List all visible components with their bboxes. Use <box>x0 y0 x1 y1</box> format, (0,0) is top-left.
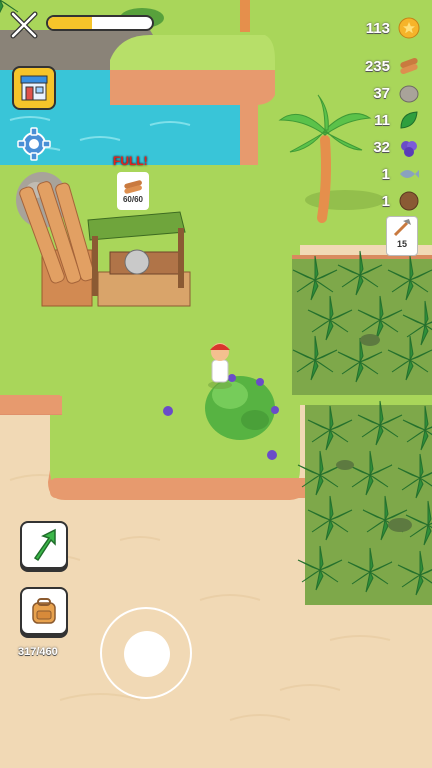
shop-button[interactable] <box>12 66 56 110</box>
xp-bar <box>46 15 154 31</box>
sawmill-full-label: FULL! <box>113 154 148 168</box>
resource-stone: 37 <box>373 81 420 105</box>
leaf-icon <box>400 111 418 129</box>
sawmill-capacity-text: 60/60 <box>122 194 144 204</box>
resource-leaf: 11 <box>374 108 420 132</box>
fish-icon <box>400 170 419 178</box>
farm-field-lower <box>305 405 432 605</box>
coconut-icon <box>399 191 419 211</box>
xp-bar-fill <box>48 17 92 29</box>
game-scene <box>0 0 432 768</box>
stone-count: 37 <box>373 84 390 102</box>
coconut-count: 1 <box>381 192 390 210</box>
stone-icon <box>399 85 419 103</box>
resource-berries: 32 <box>373 135 420 159</box>
fish-count: 1 <box>381 165 390 183</box>
island-bottom-cliff <box>50 478 312 498</box>
tool-badge-count: 15 <box>396 239 407 249</box>
resource-coconut: 1 <box>382 189 420 213</box>
joystick[interactable] <box>100 607 192 699</box>
field-divider <box>295 395 432 405</box>
plateau-cliff <box>110 70 275 105</box>
water-cliff <box>240 100 258 170</box>
tool-badge[interactable]: 15 <box>386 216 418 256</box>
coin-count: 113 <box>365 19 390 37</box>
wood-count: 235 <box>364 57 390 75</box>
settings-gear-icon[interactable] <box>16 126 52 162</box>
wood-log-icon <box>124 179 142 194</box>
tool-icon <box>393 219 411 237</box>
berries-count: 32 <box>373 138 390 156</box>
backpack-icon <box>32 598 56 624</box>
leaf-count: 11 <box>374 111 390 129</box>
island-left-cliff <box>0 396 62 414</box>
backpack-button[interactable] <box>20 587 68 635</box>
crossed-tools-icon[interactable] <box>8 10 40 40</box>
upgrade-button[interactable] <box>20 521 68 569</box>
joystick-knob[interactable] <box>124 631 170 677</box>
arrow-up-icon <box>33 528 56 562</box>
palm-trunk-top <box>240 0 250 32</box>
coin-icon <box>398 17 420 39</box>
resource-fish: 1 <box>382 162 420 186</box>
sawmill-capacity-badge: 60/60 <box>117 172 149 210</box>
shop-icon <box>20 75 48 101</box>
wood-log-icon <box>400 57 418 75</box>
resource-wood: 235 <box>365 54 420 78</box>
inventory-capacity: 317/460 <box>18 646 58 658</box>
berries-icon <box>401 141 417 157</box>
resource-coin: 113 <box>366 16 420 40</box>
